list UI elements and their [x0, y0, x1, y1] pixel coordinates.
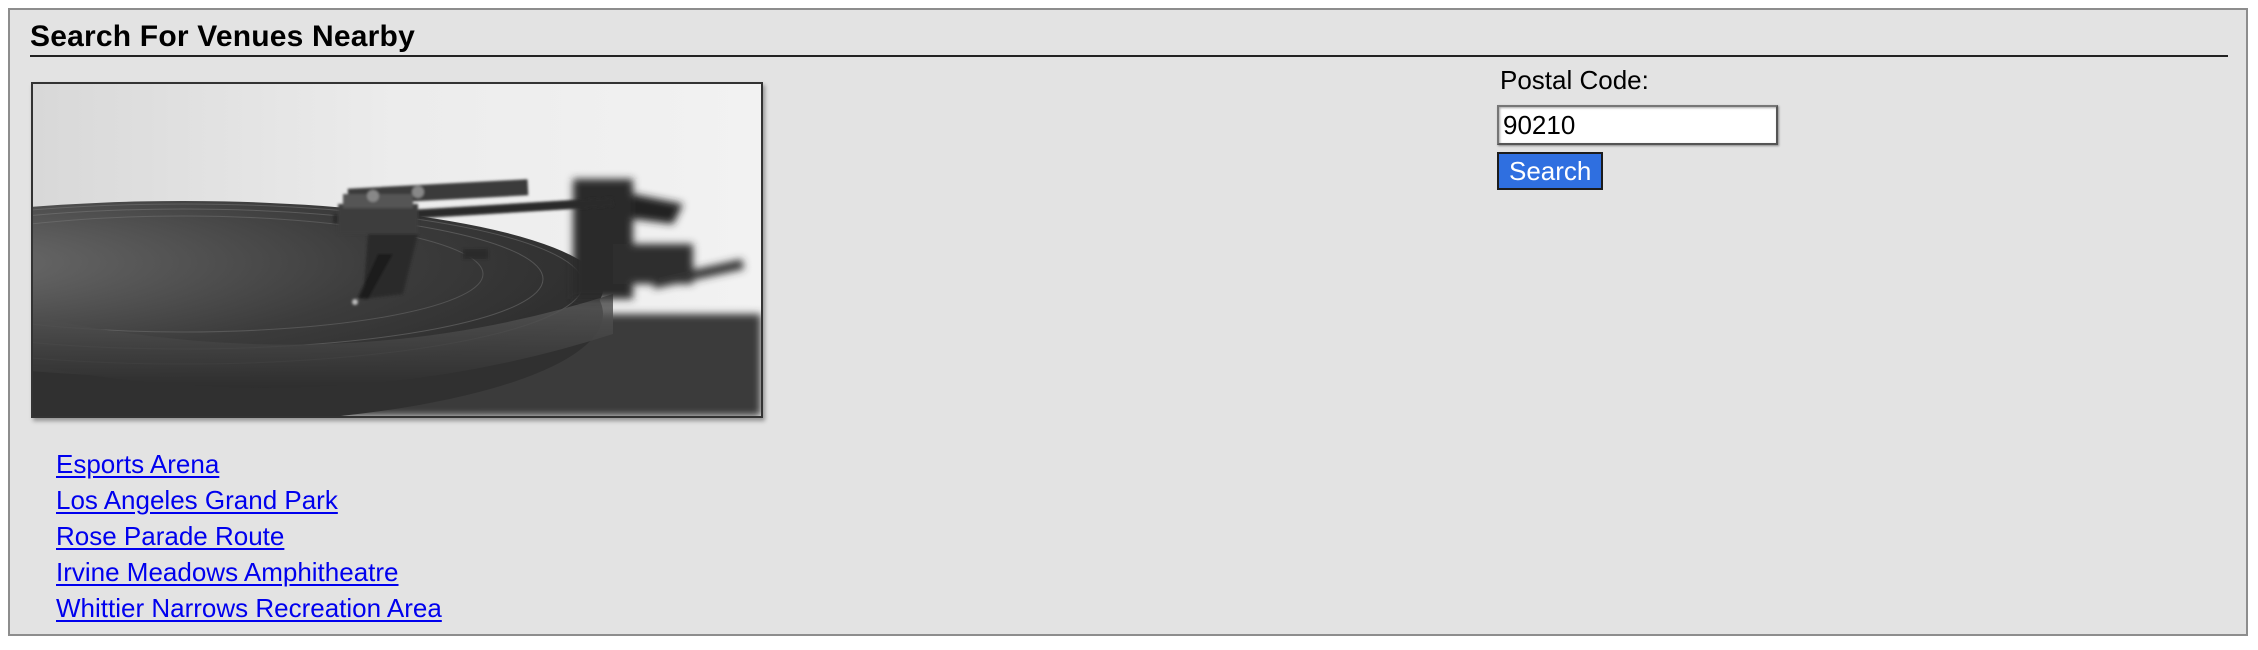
list-item: Whittier Narrows Recreation Area: [56, 590, 442, 626]
turntable-illustration: [33, 84, 761, 416]
postal-code-input[interactable]: [1497, 105, 1778, 145]
venue-link[interactable]: Rose Parade Route: [56, 521, 284, 551]
venue-link[interactable]: Irvine Meadows Amphitheatre: [56, 557, 399, 587]
list-item: Irvine Meadows Amphitheatre: [56, 554, 442, 590]
title-divider: [30, 55, 2228, 57]
venue-link[interactable]: Los Angeles Grand Park: [56, 485, 338, 515]
venue-search-panel: Search For Venues Nearby Esports Arena L…: [8, 8, 2248, 636]
venue-list: Esports Arena Los Angeles Grand Park Ros…: [56, 446, 442, 626]
turntable-image: [31, 82, 763, 418]
page-title: Search For Venues Nearby: [30, 20, 415, 53]
postal-code-label: Postal Code:: [1500, 65, 1649, 95]
venue-link[interactable]: Esports Arena: [56, 449, 219, 479]
venue-link[interactable]: Whittier Narrows Recreation Area: [56, 593, 442, 623]
search-button[interactable]: Search: [1497, 152, 1604, 190]
list-item: Esports Arena: [56, 446, 442, 482]
list-item: Rose Parade Route: [56, 518, 442, 554]
list-item: Los Angeles Grand Park: [56, 482, 442, 518]
